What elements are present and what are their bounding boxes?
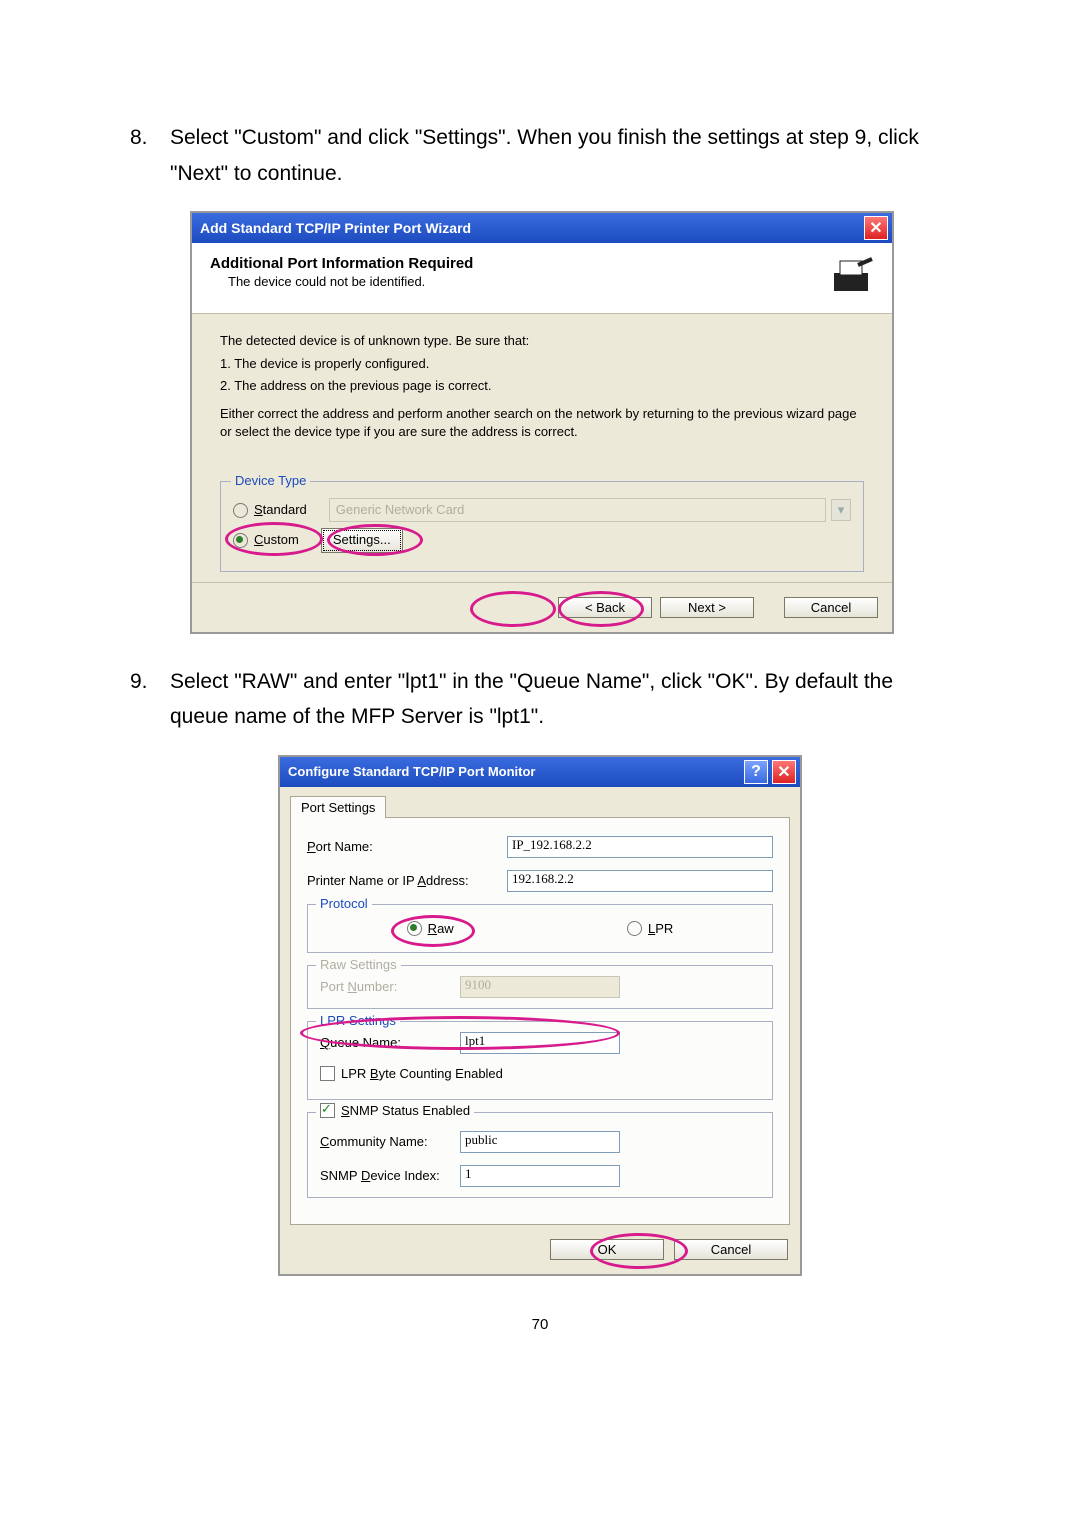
device-type-legend: Device Type <box>231 472 310 490</box>
queue-name-label: Queue Name: <box>320 1035 460 1050</box>
wizard-body: The detected device is of unknown type. … <box>192 314 892 581</box>
step-9-number: 9. <box>130 664 170 735</box>
cancel-button[interactable]: Cancel <box>784 597 878 618</box>
cancel-button[interactable]: Cancel <box>674 1239 788 1260</box>
checkbox-lpr-byte-counting[interactable] <box>320 1066 335 1081</box>
page-number: 70 <box>130 1316 950 1333</box>
queue-name-input[interactable]: lpt1 <box>460 1032 620 1054</box>
snmp-group: SNMP Status Enabled SNMP Status Enabled … <box>307 1112 773 1198</box>
snmp-device-index-label: SNMP Device Index: <box>320 1168 460 1183</box>
protocol-group: Protocol Raw Raw LPR LPR <box>307 904 773 953</box>
wizard-header-subtitle: The device could not be identified. <box>210 274 828 289</box>
radio-raw[interactable] <box>407 921 422 936</box>
raw-settings-legend: Raw Settings <box>316 957 401 972</box>
snmp-device-index-input[interactable]: 1 <box>460 1165 620 1187</box>
raw-settings-group: Raw Settings Port Number: Port Number: 9… <box>307 965 773 1009</box>
wizard-title: Add Standard TCP/IP Printer Port Wizard <box>200 220 864 236</box>
configure-port-monitor-dialog: Configure Standard TCP/IP Port Monitor ?… <box>278 755 802 1276</box>
body-paragraph: Either correct the address and perform a… <box>220 405 864 441</box>
back-button[interactable]: < Back <box>558 597 652 618</box>
ok-button[interactable]: OK <box>550 1239 664 1260</box>
port-name-input[interactable]: IP_192.168.2.2 <box>507 836 773 858</box>
radio-raw-label: Raw <box>428 921 454 936</box>
protocol-legend: Protocol <box>316 896 372 911</box>
dialog-titlebar: Configure Standard TCP/IP Port Monitor ?… <box>280 757 800 787</box>
chevron-down-icon: ▾ <box>831 499 851 521</box>
lpr-settings-legend: LPR Settings <box>316 1013 400 1028</box>
lpr-settings-group: LPR Settings Queue Name: Queue Name: lpt… <box>307 1021 773 1100</box>
device-type-group: Device Type SStandardtandard Generic Net… <box>220 481 864 571</box>
lpr-byte-label: LPR Byte Counting Enabled <box>341 1066 503 1081</box>
instruction-step-8: 8. Select "Custom" and click "Settings".… <box>130 120 950 191</box>
radio-custom[interactable] <box>233 533 248 548</box>
radio-standard-label: SStandardtandard <box>254 501 307 519</box>
radio-custom-label: Custom <box>254 531 299 549</box>
step-8-number: 8. <box>130 120 170 191</box>
checkbox-snmp-status[interactable] <box>320 1103 335 1118</box>
settings-button[interactable]: Settings... <box>321 528 403 552</box>
close-icon[interactable]: ✕ <box>772 760 796 784</box>
step-9-text: Select "RAW" and enter "lpt1" in the "Qu… <box>170 664 950 735</box>
port-number-label: Port Number: <box>320 979 460 994</box>
radio-lpr[interactable] <box>627 921 642 936</box>
wizard-titlebar: Add Standard TCP/IP Printer Port Wizard … <box>192 213 892 243</box>
community-name-label: Community Name: <box>320 1134 460 1149</box>
printer-address-input[interactable]: 192.168.2.2 <box>507 870 773 892</box>
body-line-1: The detected device is of unknown type. … <box>220 332 864 350</box>
instruction-step-9: 9. Select "RAW" and enter "lpt1" in the … <box>130 664 950 735</box>
wizard-header-title: Additional Port Information Required <box>210 255 828 272</box>
dialog-footer: OK Cancel <box>280 1225 800 1274</box>
radio-standard[interactable] <box>233 503 248 518</box>
port-number-input: 9100 <box>460 976 620 998</box>
body-line-2: 1. The device is properly configured. <box>220 355 864 373</box>
port-name-label: Port Name: <box>307 839 507 854</box>
community-name-input[interactable]: public <box>460 1131 620 1153</box>
dialog-title: Configure Standard TCP/IP Port Monitor <box>288 764 744 779</box>
snmp-status-label: SNMP Status Enabled <box>341 1103 470 1118</box>
close-icon[interactable]: ✕ <box>864 216 888 240</box>
printer-address-label: Printer Name or IP Address: <box>307 873 507 888</box>
next-button[interactable]: Next > <box>660 597 754 618</box>
help-icon[interactable]: ? <box>744 760 768 784</box>
add-printer-port-wizard: Add Standard TCP/IP Printer Port Wizard … <box>190 211 894 633</box>
body-line-3: 2. The address on the previous page is c… <box>220 377 864 395</box>
printer-icon <box>828 255 874 301</box>
step-8-text: Select "Custom" and click "Settings". Wh… <box>170 120 950 191</box>
radio-lpr-label: LPR <box>648 921 673 936</box>
tab-port-settings[interactable]: Port Settings <box>290 796 386 818</box>
wizard-header: Additional Port Information Required The… <box>192 243 892 314</box>
wizard-footer: < Back Next > Cancel <box>192 582 892 632</box>
standard-dropdown: Generic Network Card <box>329 498 826 522</box>
